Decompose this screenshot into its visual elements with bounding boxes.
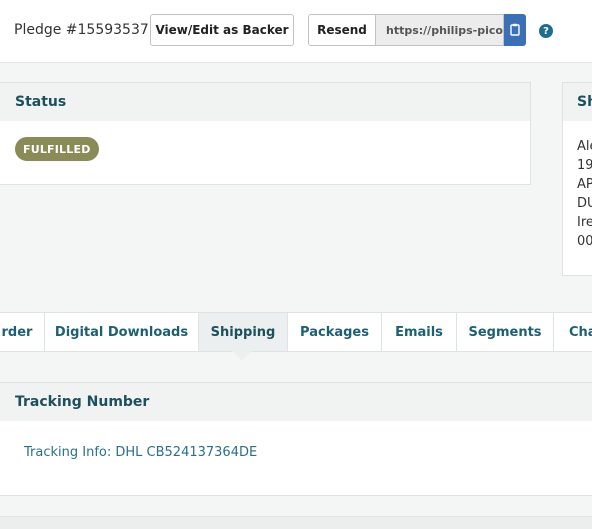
active-tab-pointer [231, 350, 253, 361]
tab-digital-downloads[interactable]: Digital Downloads [45, 313, 199, 351]
copy-url-button[interactable] [504, 14, 526, 46]
tracking-info-link[interactable]: Tracking Info: DHL CB524137364DE [24, 445, 257, 460]
tab-changes[interactable]: Cha [554, 313, 592, 351]
view-edit-as-backer-button[interactable]: View/Edit as Backer [150, 14, 294, 46]
status-panel: Status FULFILLED [0, 82, 531, 185]
shipping-address-panel: Sh Ale 19 AP DU Ire 00 [562, 82, 592, 276]
tab-shipping[interactable]: Shipping [199, 313, 288, 351]
address-line: DU [577, 196, 592, 211]
tracking-heading: Tracking Number [15, 394, 150, 410]
address-line: 19 [577, 158, 592, 173]
tab-segments[interactable]: Segments [457, 313, 554, 351]
page-header: Pledge #15593537 View/Edit as Backer Res… [0, 0, 592, 63]
pledge-tabs: rder Digital Downloads Shipping Packages… [0, 312, 592, 352]
shipping-heading: Sh [577, 94, 592, 110]
shipping-panel-header: Sh [563, 83, 592, 121]
tab-emails[interactable]: Emails [382, 313, 457, 351]
shipping-address: Ale 19 AP DU Ire 00 [577, 137, 592, 251]
status-badge: FULFILLED [15, 137, 99, 161]
pledge-title: Pledge #15593537 [14, 22, 149, 38]
address-line: Ale [577, 139, 592, 154]
tab-packages[interactable]: Packages [288, 313, 382, 351]
resend-button[interactable]: Resend [308, 14, 376, 46]
next-panel-header [0, 516, 592, 529]
question-icon[interactable]: ? [539, 24, 553, 38]
address-line: AP [577, 177, 592, 192]
tab-order[interactable]: rder [0, 313, 45, 351]
address-line: Ire [577, 215, 592, 230]
clipboard-icon [510, 21, 520, 40]
address-line: 00 [577, 234, 592, 249]
tracking-panel-header: Tracking Number [0, 383, 592, 421]
tracking-number-panel: Tracking Number Tracking Info: DHL CB524… [0, 382, 592, 496]
status-heading: Status [15, 94, 67, 110]
resend-url-field[interactable]: https://philips-picop [376, 14, 504, 46]
resend-group: Resend https://philips-picop [308, 14, 526, 46]
status-panel-header: Status [0, 83, 530, 121]
